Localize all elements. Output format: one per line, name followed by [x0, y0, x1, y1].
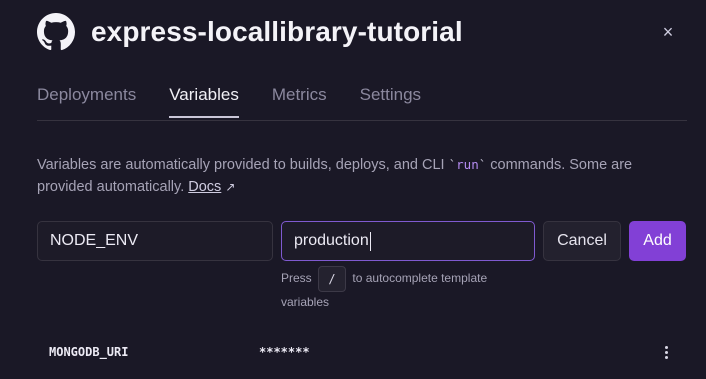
variable-value-input[interactable]: production	[281, 221, 535, 261]
docs-link[interactable]: Docs	[188, 179, 221, 195]
github-icon	[37, 13, 75, 51]
autocomplete-hint: Press / to autocomplete template variabl…	[281, 266, 521, 309]
variable-value-text: production	[294, 232, 369, 249]
slash-key: /	[318, 266, 347, 292]
more-options-button[interactable]	[656, 342, 676, 362]
run-code: `run`	[448, 157, 487, 172]
variable-name-input[interactable]: NODE_ENV	[37, 221, 273, 261]
variable-row-name: MONGODB_URI	[49, 345, 129, 359]
add-button[interactable]: Add	[629, 221, 686, 261]
hint-press: Press	[281, 271, 312, 286]
tab-deployments[interactable]: Deployments	[37, 85, 136, 117]
kebab-icon	[664, 345, 668, 349]
tab-variables[interactable]: Variables	[169, 85, 239, 118]
close-button[interactable]: ×	[656, 20, 680, 44]
close-icon: ×	[662, 21, 674, 42]
tab-bar: Deployments Variables Metrics Settings	[37, 85, 454, 118]
variable-row-value: *******	[259, 345, 310, 359]
tab-settings[interactable]: Settings	[360, 85, 421, 117]
kebab-dot	[664, 355, 668, 359]
text-cursor	[369, 231, 371, 251]
variables-description: Variables are automatically provided to …	[37, 154, 677, 198]
kebab-dot	[664, 350, 668, 354]
variable-name-value: NODE_ENV	[50, 232, 139, 249]
external-link-icon: ↗	[225, 180, 236, 194]
variables-panel: express-locallibrary-tutorial × Deployme…	[0, 0, 706, 379]
page-title: express-locallibrary-tutorial	[91, 16, 463, 47]
hint-variables: variables	[281, 295, 330, 309]
description-text-start: Variables are automatically provided to …	[37, 157, 449, 173]
hint-autocomplete: to autocomplete template	[352, 271, 488, 286]
header: express-locallibrary-tutorial	[37, 13, 463, 51]
cancel-button[interactable]: Cancel	[543, 221, 621, 261]
tab-metrics[interactable]: Metrics	[272, 85, 327, 117]
tabs-divider	[37, 120, 687, 121]
